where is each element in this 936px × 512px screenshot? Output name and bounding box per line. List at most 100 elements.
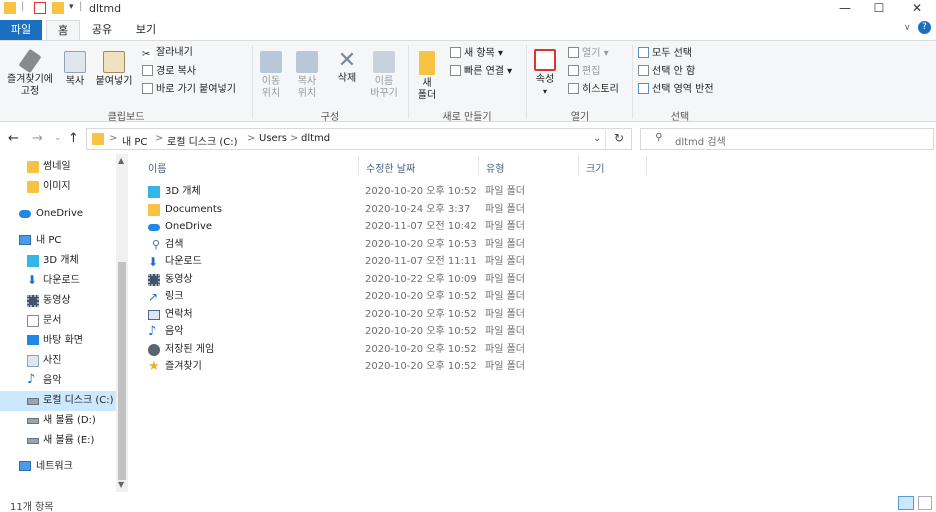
games-icon: [148, 344, 160, 356]
scroll-up-icon[interactable]: ▲: [118, 156, 124, 165]
file-row[interactable]: ♪ 음악 2020-10-20 오후 10:52 파일 폴더: [146, 323, 546, 341]
sidebar-item-thumbnails[interactable]: 썸네일: [0, 157, 116, 177]
select-none-button[interactable]: 선택 안 함: [638, 65, 695, 78]
address-bar[interactable]: > 내 PC > 로컬 디스크 (C:) > Users > dltmd ⌄ ↻: [86, 128, 632, 150]
sidebar-item-documents[interactable]: 문서: [0, 311, 116, 331]
breadcrumb-dltmd[interactable]: dltmd: [301, 133, 330, 144]
properties-check-icon: [534, 49, 556, 71]
sidebar-item-downloads[interactable]: ⬇ 다운로드: [0, 271, 116, 291]
refresh-button[interactable]: ↻: [614, 131, 624, 145]
scrollbar-thumb[interactable]: [118, 262, 126, 480]
file-row[interactable]: 연락처 2020-10-20 오후 10:52 파일 폴더: [146, 306, 546, 324]
file-row[interactable]: ⬇ 다운로드 2020-11-07 오전 11:11 파일 폴더: [146, 253, 546, 271]
sidebar-item-images[interactable]: 이미지: [0, 177, 116, 197]
cube-icon: [148, 186, 160, 198]
edit-button[interactable]: 편집: [568, 65, 600, 78]
scissors-icon: ✂: [142, 49, 153, 60]
contacts-icon: [148, 310, 160, 320]
drive-icon: [27, 418, 39, 424]
close-button[interactable]: ✕: [900, 0, 934, 18]
sidebar-scrollbar[interactable]: ▲ ▼: [116, 154, 128, 492]
search-box[interactable]: ⚲ dltmd 검색: [640, 128, 934, 150]
tab-share[interactable]: 공유: [84, 20, 120, 40]
folder-icon: [92, 133, 104, 145]
file-row[interactable]: 동영상 2020-10-22 오후 10:09 파일 폴더: [146, 271, 546, 289]
sidebar-item-videos[interactable]: 동영상: [0, 291, 116, 311]
title-bar: | ▾ | dltmd — ☐ ✕: [0, 0, 936, 18]
sidebar-item-this-pc[interactable]: 내 PC: [0, 231, 116, 251]
column-header-name[interactable]: 이름: [148, 160, 166, 175]
new-item-button[interactable]: 새 항목 ▾: [450, 47, 503, 60]
sidebar-item-pictures[interactable]: 사진: [0, 351, 116, 371]
collapse-ribbon-icon[interactable]: ∨: [904, 23, 911, 33]
properties-icon[interactable]: [34, 2, 46, 14]
column-header-size[interactable]: 크기: [586, 160, 604, 175]
select-all-button[interactable]: 모두 선택: [638, 47, 692, 60]
select-none-icon: [638, 65, 649, 76]
rename-button[interactable]: 이름 바꾸기: [366, 51, 402, 100]
breadcrumb-local-disk[interactable]: 로컬 디스크 (C:): [167, 133, 238, 148]
details-view-icon[interactable]: [898, 496, 914, 510]
sidebar-item-desktop[interactable]: 바탕 화면: [0, 331, 116, 351]
tab-home[interactable]: 홈: [46, 20, 80, 40]
file-row[interactable]: ↗ 링크 2020-10-20 오후 10:52 파일 폴더: [146, 288, 546, 306]
minimize-button[interactable]: —: [828, 0, 862, 18]
network-icon: [19, 461, 31, 471]
file-row[interactable]: 저장된 게임 2020-10-20 오후 10:52 파일 폴더: [146, 341, 546, 359]
tab-view[interactable]: 보기: [126, 20, 166, 40]
forward-button[interactable]: →: [32, 131, 43, 146]
sidebar-item-local-disk-c[interactable]: 로컬 디스크 (C:): [0, 391, 116, 411]
breadcrumb-users[interactable]: Users: [259, 133, 287, 144]
breadcrumb-pc[interactable]: 내 PC: [122, 133, 147, 148]
link-icon: ↗: [148, 290, 159, 304]
select-group-label: 선택: [670, 112, 690, 123]
cut-button[interactable]: ✂ 잘라내기: [142, 47, 193, 60]
properties-button[interactable]: 속성 ▾: [530, 49, 560, 98]
maximize-button[interactable]: ☐: [862, 0, 896, 18]
tab-file[interactable]: 파일: [0, 20, 42, 40]
new-folder-button[interactable]: 새 폴더: [412, 51, 442, 102]
copy-path-icon: [142, 65, 153, 76]
back-button[interactable]: ←: [8, 131, 19, 146]
large-icons-view-icon[interactable]: [918, 496, 932, 510]
customize-toolbar-icon[interactable]: ▾: [69, 2, 74, 12]
recent-locations-button[interactable]: ⌄: [54, 133, 62, 143]
new-folder-icon[interactable]: [52, 2, 64, 14]
sidebar-item-network[interactable]: 네트워크: [0, 457, 116, 477]
history-button[interactable]: 히스토리: [568, 83, 619, 96]
delete-button[interactable]: ✕ 삭제: [330, 49, 364, 85]
column-header-type[interactable]: 유형: [486, 160, 504, 175]
file-row[interactable]: Documents 2020-10-24 오후 3:37 파일 폴더: [146, 201, 546, 219]
sidebar-item-music[interactable]: ♪ 음악: [0, 371, 116, 391]
up-button[interactable]: ↑: [68, 131, 79, 146]
sidebar-item-3d-objects[interactable]: 3D 개체: [0, 251, 116, 271]
file-row[interactable]: OneDrive 2020-11-07 오전 10:42 파일 폴더: [146, 218, 546, 236]
organize-group-label: 구성: [320, 112, 340, 123]
sidebar-item-volume-d[interactable]: 새 볼륨 (D:): [0, 411, 116, 431]
move-to-button[interactable]: 이동 위치: [256, 51, 286, 100]
move-to-icon: [260, 51, 282, 73]
copy-to-button[interactable]: 복사 위치: [290, 51, 324, 100]
file-row[interactable]: ★ 즐겨찾기 2020-10-20 오후 10:52 파일 폴더: [146, 358, 546, 376]
invert-selection-button[interactable]: 선택 영역 반전: [638, 83, 714, 96]
address-dropdown-icon[interactable]: ⌄: [593, 133, 601, 144]
easy-access-button[interactable]: 빠른 연결 ▾: [450, 65, 512, 78]
column-header-date[interactable]: 수정한 날짜: [366, 160, 415, 175]
sidebar-item-onedrive[interactable]: OneDrive: [0, 204, 116, 224]
cube-icon: [27, 255, 39, 267]
open-button[interactable]: 열기 ▾: [568, 47, 609, 60]
copy-path-button[interactable]: 경로 복사: [142, 65, 196, 78]
sidebar-item-volume-e[interactable]: 새 볼륨 (E:): [0, 431, 116, 451]
file-row[interactable]: ⚲ 검색 2020-10-20 오후 10:53 파일 폴더: [146, 236, 546, 254]
copy-to-icon: [296, 51, 318, 73]
copy-button[interactable]: 복사: [60, 51, 90, 88]
download-icon: ⬇: [148, 255, 159, 269]
search-input[interactable]: dltmd 검색: [675, 133, 726, 148]
pin-to-quick-access-button[interactable]: 즐겨찾기에 고정: [2, 48, 58, 98]
file-row[interactable]: 3D 개체 2020-10-20 오후 10:52 파일 폴더: [146, 183, 546, 201]
help-icon[interactable]: ?: [918, 21, 931, 34]
scroll-down-icon[interactable]: ▼: [118, 480, 124, 489]
paste-button[interactable]: 붙여넣기: [94, 51, 134, 88]
picture-icon: [27, 355, 39, 367]
paste-shortcut-button[interactable]: 바로 가기 붙여넣기: [142, 83, 236, 96]
